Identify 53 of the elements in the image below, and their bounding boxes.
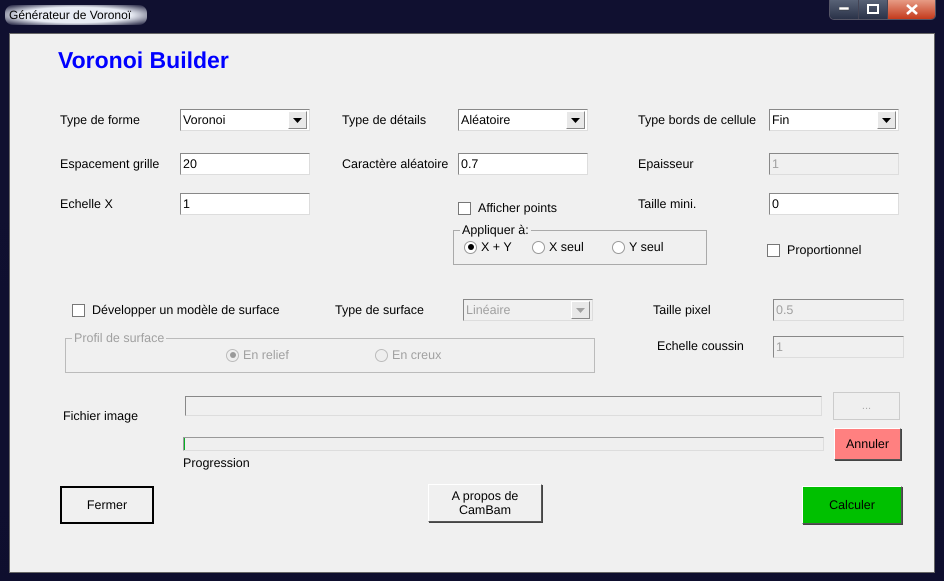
- window-title: Générateur de Voronoï: [5, 5, 148, 25]
- group-label: Appliquer à:: [461, 223, 530, 237]
- field-label: Type de forme: [60, 112, 141, 127]
- group-label: Profil de surface: [73, 331, 166, 345]
- radio-button[interactable]: [532, 240, 545, 254]
- input-field[interactable]: 1: [180, 193, 310, 215]
- field-label: Taille mini.: [638, 196, 698, 211]
- field-label: Taille pixel: [653, 303, 712, 317]
- dialog-heading: Voronoi Builder: [58, 47, 230, 75]
- radio-button[interactable]: [464, 240, 477, 254]
- maximize-icon: [867, 4, 879, 14]
- caret-icon: [571, 118, 580, 122]
- file-path-field[interactable]: [185, 396, 822, 416]
- caret-icon: [882, 118, 891, 122]
- close-button[interactable]: [888, 0, 935, 19]
- close-icon: [904, 4, 918, 14]
- radio-label: En relief: [243, 348, 289, 362]
- radio-label: En creux: [392, 348, 442, 362]
- minimize-icon: [839, 7, 849, 11]
- field-label: Echelle X: [60, 196, 114, 211]
- field-label: Type de surface: [335, 303, 425, 317]
- minimize-button[interactable]: [830, 0, 859, 19]
- dropdown[interactable]: Fin: [769, 109, 899, 131]
- cancel-button[interactable]: Annuler: [834, 428, 901, 460]
- about-button[interactable]: A propos de CamBam: [428, 484, 542, 522]
- radio-label: X + Y: [481, 240, 512, 254]
- field-label: Epaisseur: [638, 156, 695, 171]
- progress-label: Progression: [183, 456, 251, 470]
- field-label: Type de détails: [342, 112, 428, 127]
- checkbox-label: Proportionnel: [787, 243, 862, 257]
- checkbox[interactable]: [458, 202, 471, 214]
- caret-icon: [293, 118, 302, 122]
- dropdown[interactable]: Voronoi: [180, 109, 310, 131]
- close-dialog-button[interactable]: Fermer: [60, 486, 154, 524]
- checkbox-label: Développer un modèle de surface: [92, 303, 280, 317]
- checkbox[interactable]: [767, 244, 780, 256]
- input-field[interactable]: 0: [769, 193, 899, 215]
- field-label: Fichier image: [63, 409, 140, 423]
- dropdown[interactable]: Aléatoire: [458, 109, 588, 131]
- checkbox-label: Afficher points: [478, 201, 557, 215]
- radio-label: Y seul: [629, 240, 664, 254]
- input-field[interactable]: 0.7: [458, 153, 588, 175]
- radio-button[interactable]: [612, 240, 625, 254]
- input-field[interactable]: 20: [180, 153, 310, 175]
- field-label: Type bords de cellule: [638, 112, 758, 127]
- field-label: Espacement grille: [60, 156, 160, 171]
- maximize-button[interactable]: [859, 0, 888, 19]
- checkbox[interactable]: [72, 304, 85, 316]
- calculate-button[interactable]: Calculer: [802, 486, 902, 524]
- field-label: Caractère aléatoire: [342, 156, 450, 171]
- radio-label: X seul: [549, 240, 584, 254]
- caret-icon: [576, 308, 585, 312]
- field-label: Echelle coussin: [657, 339, 745, 353]
